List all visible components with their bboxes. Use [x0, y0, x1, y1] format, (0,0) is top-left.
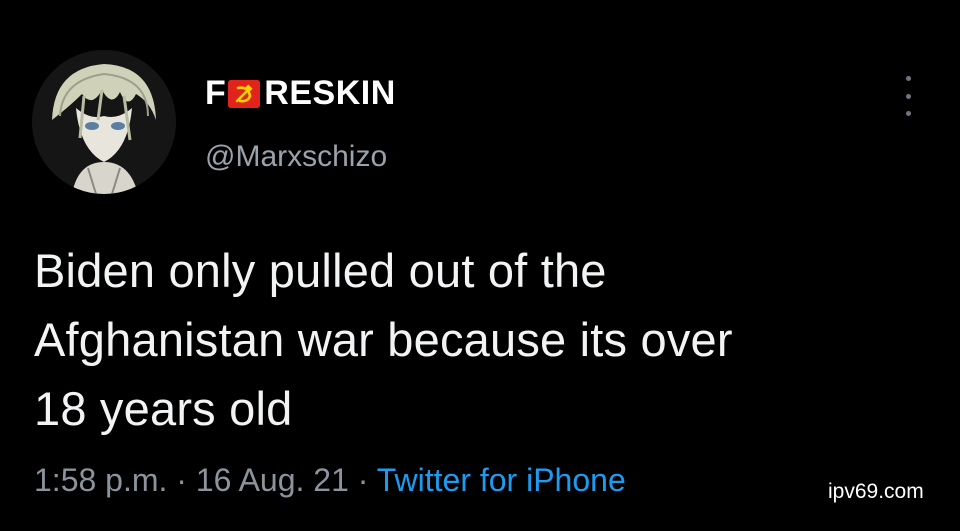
tweet-source-link[interactable]: Twitter for iPhone — [377, 462, 626, 498]
meta-separator: · — [357, 462, 369, 498]
more-dot — [905, 93, 911, 99]
more-options-icon[interactable] — [896, 76, 920, 116]
display-name-suffix: RESKIN — [264, 74, 396, 112]
tweet-card: F RESKIN @Marxschizo Biden only pulled o… — [0, 0, 960, 531]
tweet-date[interactable]: 16 Aug. 21 — [196, 462, 349, 498]
watermark: ipv69.com — [828, 480, 924, 503]
display-name[interactable]: F RESKIN — [205, 74, 396, 113]
tweet-meta: 1:58 p.m. · 16 Aug. 21 · Twitter for iPh… — [34, 462, 626, 499]
avatar-anime-portrait-icon — [32, 50, 176, 194]
tweet-text: Biden only pulled out of the Afghanistan… — [34, 236, 934, 443]
avatar[interactable] — [32, 50, 176, 194]
more-dot — [905, 111, 911, 116]
meta-separator: · — [176, 462, 187, 498]
tweet-text-line: Biden only pulled out of the — [34, 244, 607, 297]
hammer-and-sickle-icon — [228, 79, 261, 108]
tweet-text-line: Afghanistan war because its over — [34, 313, 733, 366]
display-name-prefix: F — [205, 74, 227, 112]
tweet-text-line: 18 years old — [34, 382, 293, 435]
user-handle[interactable]: @Marxschizo — [205, 140, 387, 174]
more-dot — [905, 76, 911, 81]
tweet-time[interactable]: 1:58 p.m. — [34, 462, 167, 498]
